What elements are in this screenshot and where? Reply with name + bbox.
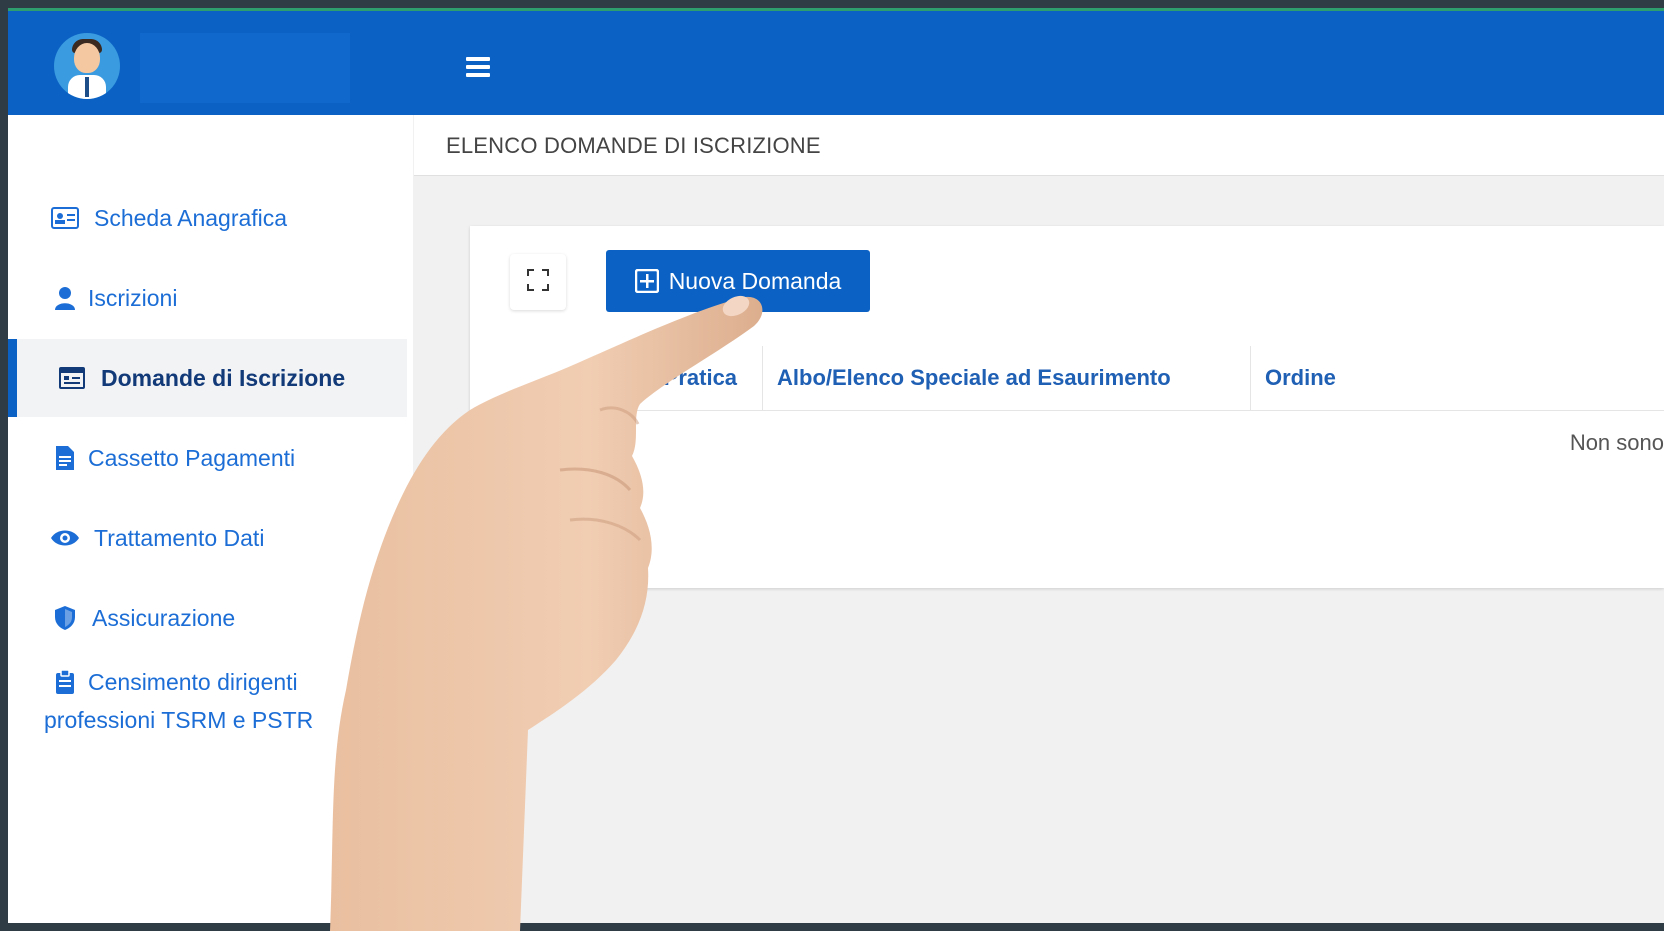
column-header-albo[interactable]: Albo/Elenco Speciale ad Esaurimento xyxy=(762,346,1171,410)
fullscreen-button[interactable] xyxy=(510,254,566,310)
sidebar-item-label: Cassetto Pagamenti xyxy=(88,444,296,471)
sidebar-item-cassetto-pagamenti[interactable]: Cassetto Pagamenti xyxy=(8,419,398,497)
hamburger-menu-icon[interactable] xyxy=(466,57,490,79)
sidebar-item-domande-di-iscrizione[interactable]: Domande di Iscrizione xyxy=(8,339,407,417)
sidebar-item-assicurazione[interactable]: Assicurazione xyxy=(8,579,398,657)
column-header-ordine[interactable]: Ordine xyxy=(1250,346,1336,410)
page-title: ELENCO DOMANDE DI ISCRIZIONE xyxy=(446,133,821,158)
sidebar-item-label-line2: professioni TSRM e PSTR xyxy=(44,707,314,733)
applications-card: Nuova Domanda n. Pratica Albo/Elenco Spe… xyxy=(470,226,1664,588)
content-header: ELENCO DOMANDE DI ISCRIZIONE xyxy=(414,115,1664,176)
sidebar-item-scheda-anagrafica[interactable]: Scheda Anagrafica xyxy=(8,179,398,257)
form-icon xyxy=(57,365,87,391)
sidebar-item-label: Trattamento Dati xyxy=(94,524,265,551)
top-navbar xyxy=(8,11,1664,115)
sidebar: Scheda Anagrafica Iscrizioni Domande di … xyxy=(8,115,413,923)
sidebar-item-censimento[interactable]: Censimento dirigenti professioni TSRM e … xyxy=(8,663,398,753)
user-avatar[interactable] xyxy=(54,33,120,99)
sidebar-item-label: Iscrizioni xyxy=(88,284,178,311)
id-card-icon xyxy=(50,205,80,231)
eye-icon xyxy=(50,525,80,551)
document-icon xyxy=(50,445,80,471)
sidebar-item-label: Domande di Iscrizione xyxy=(101,364,346,391)
expand-icon xyxy=(527,268,549,296)
sidebar-item-label: Assicurazione xyxy=(92,604,236,631)
clipboard-icon xyxy=(50,669,80,695)
table-header: n. Pratica Albo/Elenco Speciale ad Esaur… xyxy=(470,346,1664,411)
sidebar-item-label: Scheda Anagrafica xyxy=(94,204,288,231)
sidebar-item-trattamento-dati[interactable]: Trattamento Dati xyxy=(8,499,398,577)
new-application-button[interactable]: Nuova Domanda xyxy=(606,250,870,312)
sidebar-item-iscrizioni[interactable]: Iscrizioni xyxy=(8,259,398,337)
app-window: Scheda Anagrafica Iscrizioni Domande di … xyxy=(8,8,1664,923)
sidebar-item-label-line1: Censimento dirigenti xyxy=(88,669,298,695)
brand-logo-area xyxy=(140,33,350,103)
new-application-label: Nuova Domanda xyxy=(668,267,842,294)
empty-table-message: Non sono xyxy=(1569,430,1664,455)
user-icon xyxy=(50,285,80,311)
plus-square-icon xyxy=(634,269,659,293)
shield-icon xyxy=(50,605,80,631)
column-header-pratica[interactable]: n. Pratica xyxy=(638,346,737,410)
